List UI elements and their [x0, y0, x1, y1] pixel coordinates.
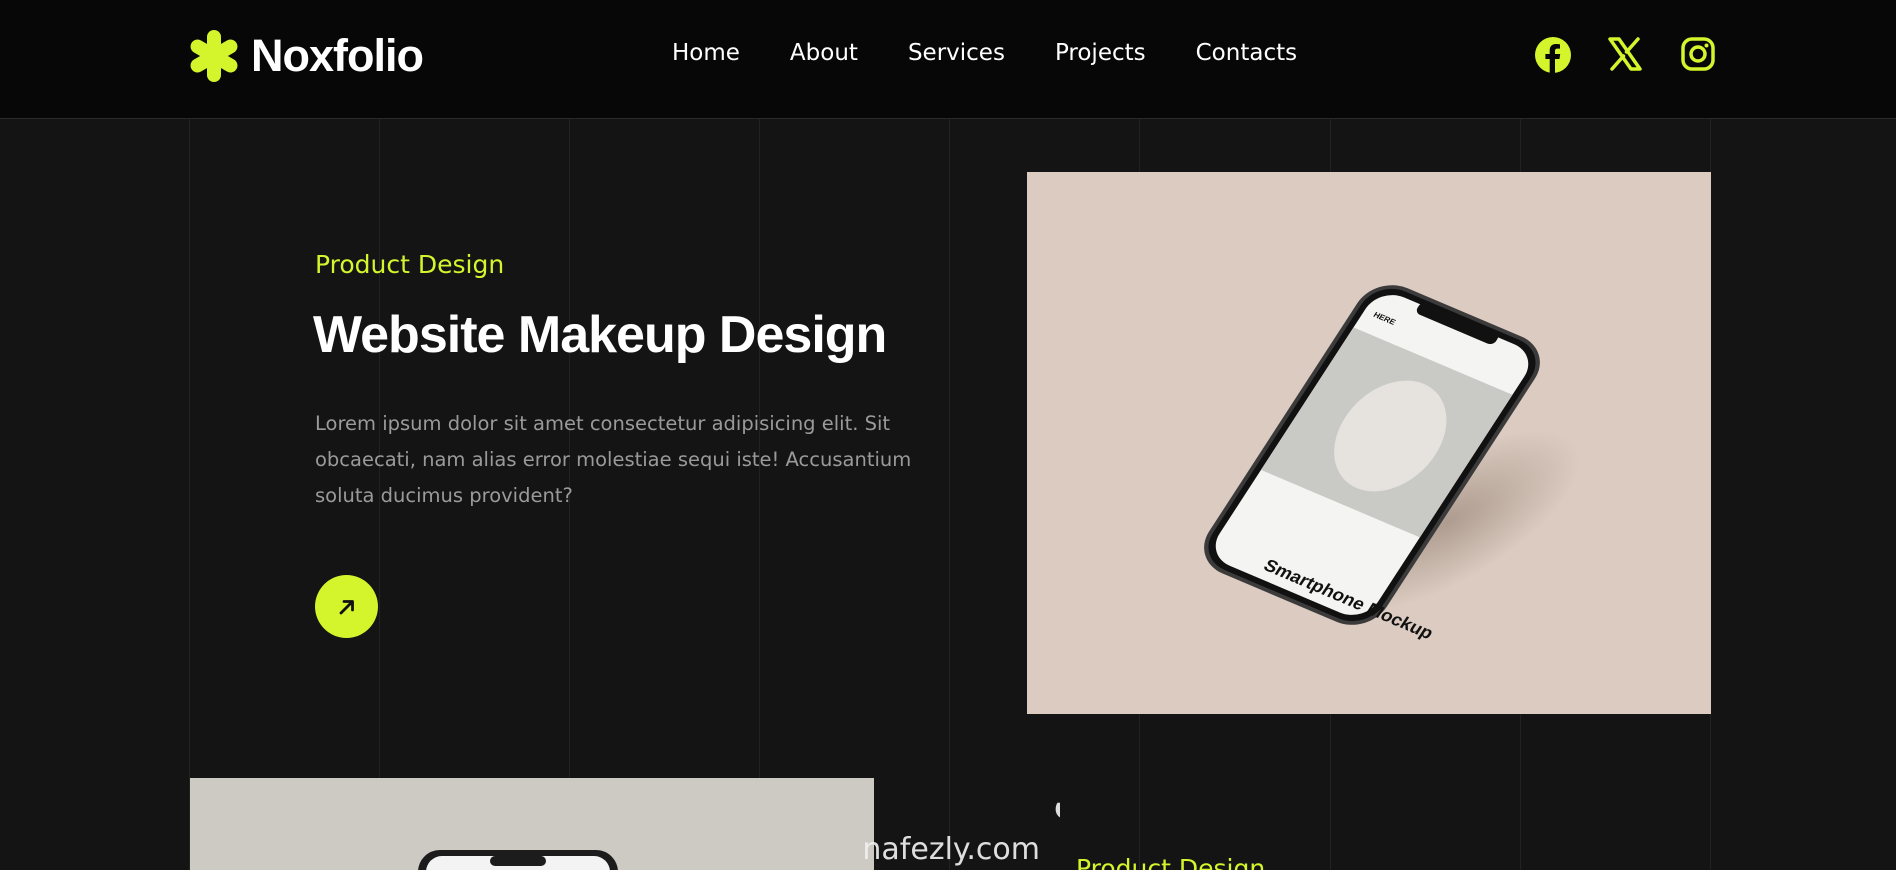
project-category: Product Design	[315, 250, 505, 279]
nav-services[interactable]: Services	[908, 40, 1005, 66]
project-title: Website Makeup Design	[313, 306, 887, 364]
instagram-icon	[1681, 37, 1715, 71]
social-links	[1534, 36, 1718, 74]
main-nav: Home About Services Projects Contacts	[672, 40, 1297, 66]
nav-contacts[interactable]: Contacts	[1196, 40, 1297, 66]
brand-name: Noxfolio	[251, 30, 424, 81]
grid-line	[189, 119, 190, 870]
project-description: Lorem ipsum dolor sit amet consectetur a…	[315, 412, 912, 507]
facebook-icon	[1535, 37, 1571, 73]
watermark-url: nafezly.com	[862, 832, 1040, 867]
arrow-up-right-icon	[339, 599, 354, 614]
facebook-link[interactable]	[1534, 36, 1572, 74]
nav-about[interactable]: About	[790, 40, 858, 66]
asterisk-logo-icon	[190, 30, 238, 82]
project-image[interactable]	[190, 778, 874, 870]
watermark-arabic: نفذلي	[1052, 759, 1060, 827]
smartphone-mockup-image: Smartphone Mockup HERE	[1204, 285, 1581, 643]
project-category: Product Design	[1076, 854, 1266, 870]
watermark-logo: نفذلي nafezly.com	[862, 759, 1060, 867]
x-icon	[1608, 37, 1642, 71]
instagram-link[interactable]	[1680, 36, 1718, 74]
site-header: Noxfolio Home About Services Projects Co…	[0, 0, 1896, 119]
nav-home[interactable]: Home	[672, 40, 740, 66]
logo-link[interactable]: Noxfolio	[189, 28, 424, 84]
view-project-button[interactable]	[315, 575, 378, 638]
phone-mockup-image	[418, 850, 618, 870]
nav-projects[interactable]: Projects	[1055, 40, 1146, 66]
project-image[interactable]: Smartphone Mockup HERE	[1027, 172, 1711, 714]
x-link[interactable]	[1607, 36, 1645, 74]
